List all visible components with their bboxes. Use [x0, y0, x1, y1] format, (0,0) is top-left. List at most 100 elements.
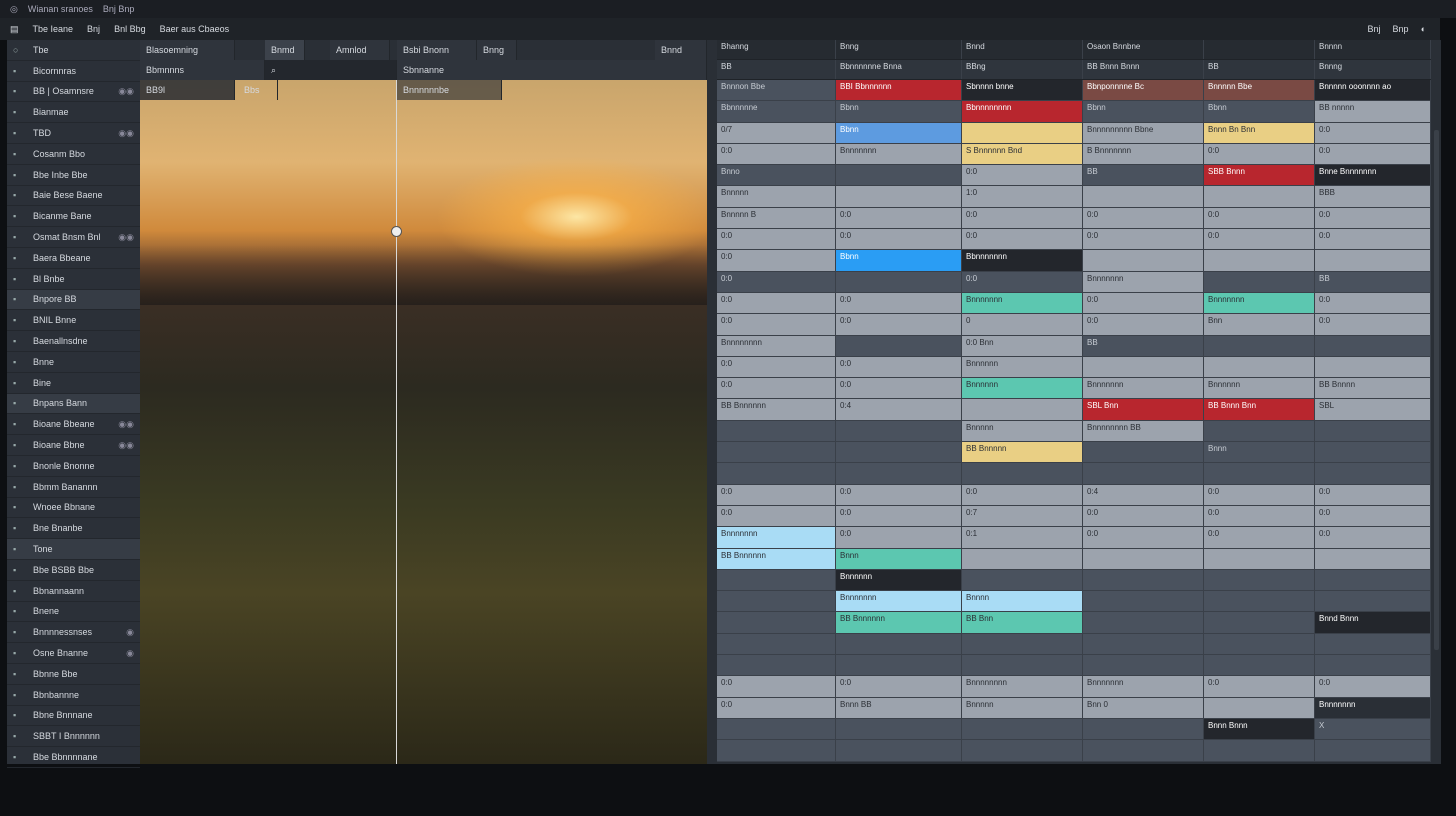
grid-cell[interactable]: 0:0: [1315, 229, 1431, 250]
grid-cell[interactable]: 0:0: [1315, 143, 1431, 165]
grid-cell[interactable]: 0:0: [1204, 527, 1315, 548]
grid-cell[interactable]: 0:0: [717, 697, 836, 718]
grid-cell[interactable]: 0:0: [836, 676, 962, 697]
grid-cell[interactable]: S Bnnnnnn Bnd: [962, 143, 1083, 165]
grid-cell[interactable]: [962, 655, 1083, 676]
sidebar-item[interactable]: ▪ Baie Bese Baene: [7, 186, 140, 207]
column-subheader[interactable]: Bnnng: [1315, 60, 1431, 79]
grid-cell[interactable]: 0:4: [836, 399, 962, 420]
menu-item[interactable]: Bnj: [87, 24, 100, 34]
grid-cell[interactable]: [1315, 420, 1431, 442]
grid-cell[interactable]: 0:0: [962, 271, 1083, 292]
grid-cell[interactable]: [962, 718, 1083, 740]
menu-item[interactable]: Bnl Bbg: [114, 24, 146, 34]
grid-cell[interactable]: 0:0: [717, 356, 836, 378]
grid-cell[interactable]: Bnne Bnnnnnnn: [1315, 165, 1431, 186]
sidebar-item[interactable]: ▪ Bl Bnbe: [7, 269, 140, 290]
column-subheader[interactable]: BB Bnnn Bnnn: [1083, 60, 1204, 79]
grid-cell[interactable]: 1:0: [962, 186, 1083, 207]
grid-cell[interactable]: BB: [1315, 271, 1431, 292]
sidebar-item[interactable]: ▪ Cosanm Bbo: [7, 144, 140, 165]
grid-cell[interactable]: 0:0: [1083, 527, 1204, 548]
grid-cell[interactable]: [1083, 463, 1204, 484]
grid-cell[interactable]: Bnnnnnnn: [1083, 378, 1204, 399]
grid-cell[interactable]: Bnnnnnnn: [1083, 676, 1204, 697]
sidebar-item[interactable]: ▪ TBD ◉◉: [7, 123, 140, 144]
scrollbar[interactable]: [1434, 130, 1439, 650]
sidebar-item[interactable]: ▪ Bne Bnanbe: [7, 518, 140, 540]
grid-cell[interactable]: BB: [1083, 165, 1204, 186]
grid-cell[interactable]: Bnnnnn B: [717, 207, 836, 229]
grid-cell[interactable]: [836, 463, 962, 484]
sidebar-item[interactable]: ▪ Bbnne Bbe: [7, 664, 140, 685]
column-header[interactable]: Osaon Bnnbne: [1083, 40, 1204, 59]
sidebar-item[interactable]: ▪ Bbmm Banannn: [7, 477, 140, 498]
tab[interactable]: Bsbi Bnonn: [397, 40, 477, 60]
grid-cell[interactable]: Bnnnnnnnnn Bbne: [1083, 122, 1204, 143]
grid-cell[interactable]: 0:0: [1083, 292, 1204, 314]
grid-cell[interactable]: [836, 655, 962, 676]
grid-cell[interactable]: [1204, 740, 1315, 761]
sidebar-item[interactable]: ▪ Bine: [7, 373, 140, 394]
grid-cell[interactable]: 0:0: [1315, 292, 1431, 314]
grid-cell[interactable]: Bnnnnnnn: [836, 143, 962, 165]
grid-cell[interactable]: Bnnnnnnnn: [717, 335, 836, 356]
grid-cell[interactable]: [1083, 442, 1204, 463]
grid-cell[interactable]: 0:0: [962, 229, 1083, 250]
grid-cell[interactable]: Bnnnnnn: [1204, 378, 1315, 399]
sidebar-item[interactable]: ▪ Bioane Bbeane ◉◉: [7, 414, 140, 436]
grid-cell[interactable]: Bnnnon Bbe: [717, 80, 836, 101]
tab[interactable]: Bnnd: [655, 40, 707, 60]
item-actions[interactable]: ◉◉: [118, 128, 140, 139]
grid-cell[interactable]: 0:0: [836, 378, 962, 399]
grid-cell[interactable]: [1083, 250, 1204, 271]
grid-cell[interactable]: Bbnnnnnnn: [962, 250, 1083, 271]
grid-cell[interactable]: 0:0: [962, 165, 1083, 186]
grid-cell[interactable]: [1204, 633, 1315, 655]
grid-cell[interactable]: SBL Bnn: [1083, 399, 1204, 420]
column-header[interactable]: [1204, 40, 1315, 59]
grid-cell[interactable]: [1083, 548, 1204, 569]
grid-cell[interactable]: Bnnnnnnn: [1083, 271, 1204, 292]
grid-cell[interactable]: 0:0: [1315, 207, 1431, 229]
sidebar-item[interactable]: ▪ Bicanme Bane: [7, 206, 140, 228]
compare-divider[interactable]: [396, 80, 397, 764]
sidebar-item[interactable]: ▪ BB | Osamnsre ◉◉: [7, 82, 140, 103]
grid-cell[interactable]: 0/7: [717, 122, 836, 143]
tab[interactable]: Bnmd: [265, 40, 305, 60]
grid-cell[interactable]: 0:0: [1315, 484, 1431, 505]
grid-cell[interactable]: 0:0: [717, 292, 836, 314]
grid-cell[interactable]: [717, 612, 836, 633]
grid-cell[interactable]: [1315, 356, 1431, 378]
grid-cell[interactable]: [717, 633, 836, 655]
grid-cell[interactable]: BB nnnnn: [1315, 101, 1431, 122]
grid-cell[interactable]: [1204, 697, 1315, 718]
sidebar-item[interactable]: ▪ Osmat Bnsm Bnl ◉◉: [7, 227, 140, 248]
grid-cell[interactable]: 0:0: [836, 505, 962, 527]
grid-cell[interactable]: [1315, 335, 1431, 356]
grid-cell[interactable]: BB Bnnn Bnn: [1204, 399, 1315, 420]
sidebar-item[interactable]: ▪ Baenallnsdne: [7, 331, 140, 352]
sidebar-item[interactable]: ▪ Tone: [7, 539, 140, 560]
grid-cell[interactable]: SBB Bnnn: [1204, 165, 1315, 186]
grid-cell[interactable]: 0:0: [1204, 207, 1315, 229]
grid-cell[interactable]: Bnn 0: [1083, 697, 1204, 718]
grid-cell[interactable]: Bnnnnnnn: [717, 527, 836, 548]
grid-cell[interactable]: Bnnd Bnnn: [1315, 612, 1431, 633]
sidebar-item[interactable]: ▪ Bbne Bnnnane: [7, 706, 140, 727]
grid-cell[interactable]: [962, 548, 1083, 569]
grid-cell[interactable]: 0:0: [836, 292, 962, 314]
sidebar-item[interactable]: ▪ Bnnnnessnses ◉: [7, 622, 140, 644]
grid-cell[interactable]: 0:0: [1204, 484, 1315, 505]
grid-cell[interactable]: 0:0: [717, 505, 836, 527]
grid-cell[interactable]: [1315, 591, 1431, 612]
grid-cell[interactable]: Bnnnnn: [962, 420, 1083, 442]
item-actions[interactable]: ◉◉: [118, 440, 140, 451]
grid-cell[interactable]: [1315, 633, 1431, 655]
grid-cell[interactable]: [962, 399, 1083, 420]
menu-item[interactable]: Tbe Ieane: [33, 24, 74, 34]
grid-cell[interactable]: Bnnnnnn: [962, 378, 1083, 399]
grid-cell[interactable]: [962, 463, 1083, 484]
grid-cell[interactable]: [1315, 569, 1431, 591]
grid-cell[interactable]: Bnnnnnnnn BB: [1083, 420, 1204, 442]
